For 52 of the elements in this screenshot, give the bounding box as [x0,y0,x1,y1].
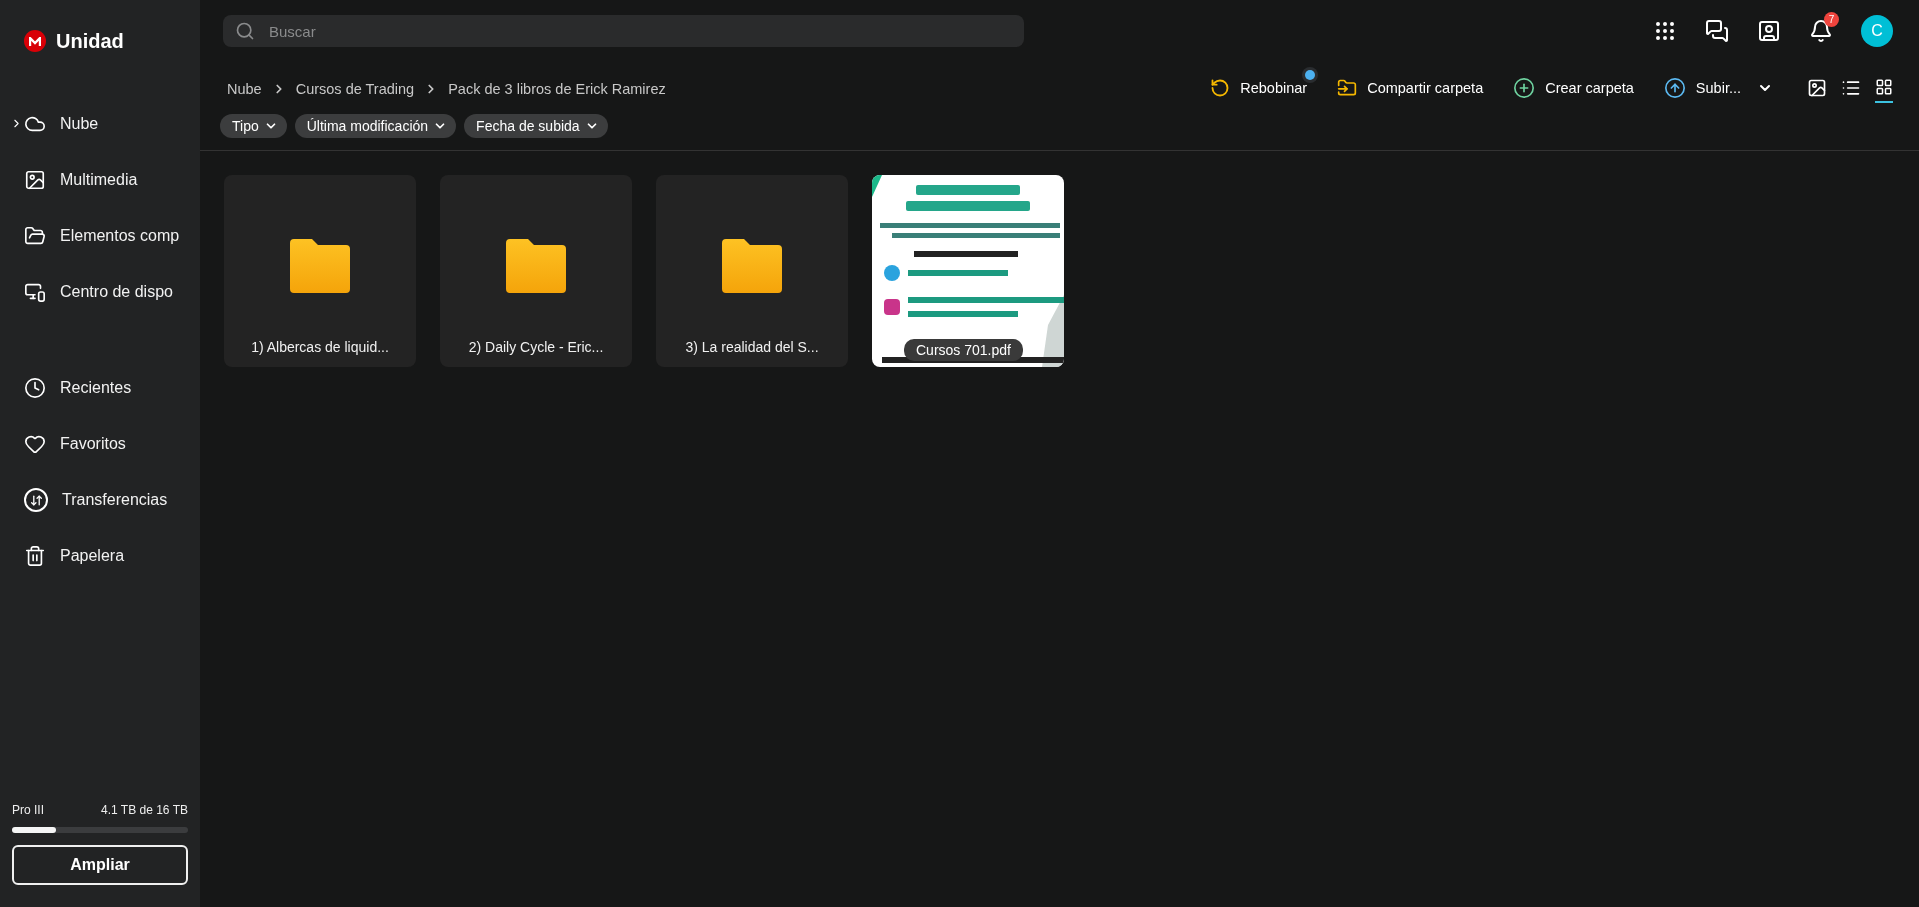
breadcrumb-link[interactable]: Nube [227,81,262,97]
breadcrumb-link[interactable]: Cursos de Trading [295,81,415,97]
toolbar-button[interactable]: Subir... [1663,77,1741,99]
trash-icon [24,545,46,567]
transfer-icon [24,488,48,512]
sidebar-item[interactable]: Recientes [12,360,188,416]
notification-count: 7 [1824,12,1839,27]
folder-card[interactable]: 2) Daily Cycle - Eric... [440,175,632,367]
folder-card[interactable]: 3) La realidad del S... [656,175,848,367]
contacts-button[interactable] [1757,19,1781,43]
sidebar-item[interactable]: Transferencias [12,472,188,528]
storage-usage: 4.1 TB de 16 TB [101,803,188,817]
plan-name: Pro III [12,803,44,817]
toolbar-button[interactable]: Rebobinar [1210,78,1308,98]
devices-icon [24,281,46,303]
folder-card[interactable]: 1) Albercas de liquid... [224,175,416,367]
folder-name: 3) La realidad del S... [685,339,819,355]
breadcrumb-link[interactable]: Pack de 3 libros de Erick Ramirez [448,81,666,97]
sidebar-item[interactable]: Multimedia [12,152,188,208]
sidebar-item[interactable]: Elementos comp [12,208,188,264]
folder-name: 1) Albercas de liquid... [251,339,389,355]
sidebar-item[interactable]: Favoritos [12,416,188,472]
filter-dropdown[interactable]: Fecha de subida [464,114,608,138]
file-name: Cursos 701.pdf [904,339,1023,361]
rewind-icon [1210,78,1231,98]
folder-icon [506,239,566,293]
logo-icon [24,30,46,52]
file-card[interactable]: Cursos 701.pdf [872,175,1064,367]
upload-icon [1663,77,1686,99]
chat-button[interactable] [1705,19,1729,43]
sidebar-item[interactable]: Centro de dispo [12,264,188,320]
view-toggle[interactable] [1875,78,1893,103]
filter-dropdown[interactable]: Última modificación [294,114,457,138]
folder-icon [24,225,46,247]
heart-icon [24,433,46,455]
upgrade-button[interactable]: Ampliar [12,845,188,885]
toolbar-button[interactable]: Compartir carpeta [1337,78,1484,98]
folder-icon [1337,78,1358,98]
sidebar-item[interactable]: Papelera [12,528,188,584]
search-icon [235,21,255,41]
sidebar-item[interactable]: Nube [12,96,188,152]
toolbar-button[interactable]: Crear carpeta [1513,77,1634,99]
image-icon [24,169,46,191]
plus-icon [1513,77,1536,99]
search-field[interactable]: Buscar [223,15,1024,47]
apps-button[interactable] [1653,19,1677,43]
folder-icon [722,239,782,293]
clock-icon [24,377,46,399]
folder-name: 2) Daily Cycle - Eric... [468,339,604,355]
app-title: Unidad [56,29,124,53]
folder-icon [290,239,350,293]
filter-dropdown[interactable]: Tipo [220,114,287,138]
